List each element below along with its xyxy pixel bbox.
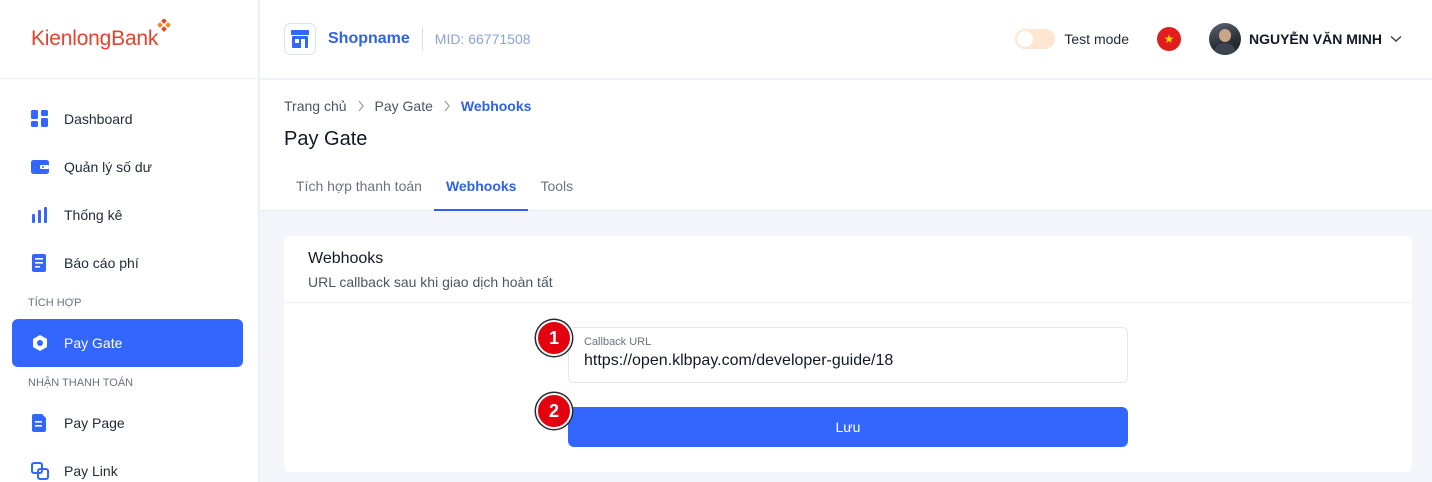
chevron-right-icon: [443, 100, 451, 112]
sidebar-item-label: Thống kê: [64, 207, 123, 223]
bar-chart-icon: [30, 205, 50, 225]
sidebar-item-fee-report[interactable]: Báo cáo phí: [0, 239, 258, 287]
tab-bar: Tích hợp thanh toán Webhooks Tools: [284, 170, 585, 211]
shop-icon: [284, 23, 316, 55]
card-subtitle: URL callback sau khi giao dịch hoàn tất: [308, 274, 553, 290]
logo-text-b: Bank: [111, 27, 159, 50]
chevron-down-icon[interactable]: [1390, 35, 1402, 43]
logo-area: KienlongBank: [0, 0, 258, 79]
sidebar-item-statistics[interactable]: Thống kê: [0, 191, 258, 239]
sidebar-item-label: Báo cáo phí: [64, 255, 139, 271]
sidebar-item-pay-page[interactable]: Pay Page: [0, 399, 258, 447]
tab-payment-integration[interactable]: Tích hợp thanh toán: [284, 170, 434, 211]
dashboard-icon: [30, 109, 50, 129]
section-label-payment: NHẬN THANH TOÁN: [28, 377, 134, 389]
report-icon: [30, 253, 50, 273]
header-right: Test mode ★ NGUYỄN VĂN MINH: [1015, 23, 1432, 55]
page-head: Trang chủ Pay Gate Webhooks Pay Gate Tíc…: [260, 80, 1432, 211]
breadcrumb-parent[interactable]: Pay Gate: [375, 98, 433, 114]
callback-url-input[interactable]: [584, 352, 1112, 370]
tab-webhooks[interactable]: Webhooks: [433, 170, 529, 211]
sidebar-item-label: Pay Gate: [64, 335, 123, 351]
top-header: Shopname MID: 66771508 Test mode ★ NGUYỄ…: [260, 0, 1432, 79]
sidebar-item-label: Pay Link: [64, 463, 118, 479]
test-mode-label: Test mode: [1064, 31, 1129, 47]
document-icon: [30, 413, 50, 433]
sidebar-item-label: Quản lý số dư: [64, 159, 152, 175]
logo-text-a: Kienlong: [31, 27, 112, 50]
header-divider: [421, 27, 423, 51]
callback-url-field[interactable]: Callback URL: [568, 327, 1128, 383]
save-button[interactable]: Lưu: [568, 407, 1128, 447]
breadcrumb-current: Webhooks: [460, 98, 532, 114]
user-name[interactable]: NGUYỄN VĂN MINH: [1249, 31, 1382, 47]
logo-mark-icon: [157, 19, 172, 32]
page-title: Pay Gate: [284, 128, 368, 150]
sidebar-item-pay-link[interactable]: Pay Link: [0, 447, 258, 482]
shop-name[interactable]: Shopname: [328, 30, 410, 48]
sidebar-nav: Dashboard Quản lý số dư Thống kê Báo cáo…: [0, 79, 258, 482]
avatar[interactable]: [1208, 23, 1241, 55]
sidebar-item-pay-gate[interactable]: Pay Gate: [12, 319, 243, 367]
sidebar-item-label: Pay Page: [64, 415, 125, 431]
tab-tools[interactable]: Tools: [528, 170, 585, 211]
section-label-integration: TÍCH HỢP: [28, 297, 82, 309]
webhooks-card: Webhooks URL callback sau khi giao dịch …: [284, 236, 1412, 472]
wallet-icon: [30, 157, 50, 177]
vietnam-flag-icon[interactable]: ★: [1156, 27, 1181, 51]
annotation-badge-1: 1: [536, 320, 572, 356]
chevron-right-icon: [357, 100, 365, 112]
breadcrumb: Trang chủ Pay Gate Webhooks: [284, 98, 531, 114]
sidebar-item-dashboard[interactable]: Dashboard: [0, 95, 258, 143]
pay-gate-icon: [30, 333, 50, 353]
card-header: Webhooks URL callback sau khi giao dịch …: [284, 236, 1412, 303]
callback-url-label: Callback URL: [584, 336, 652, 348]
sidebar: KienlongBank Dashboard Quản lý số dư Thố…: [0, 0, 259, 482]
card-title: Webhooks: [308, 250, 384, 267]
test-mode-toggle[interactable]: [1015, 29, 1056, 49]
annotation-badge-2: 2: [536, 393, 572, 429]
merchant-id: MID: 66771508: [434, 31, 531, 47]
link-icon: [30, 461, 50, 481]
kienlongbank-logo[interactable]: KienlongBank: [31, 19, 172, 51]
sidebar-item-balance[interactable]: Quản lý số dư: [0, 143, 258, 191]
breadcrumb-home[interactable]: Trang chủ: [284, 98, 347, 114]
sidebar-item-label: Dashboard: [64, 111, 133, 127]
